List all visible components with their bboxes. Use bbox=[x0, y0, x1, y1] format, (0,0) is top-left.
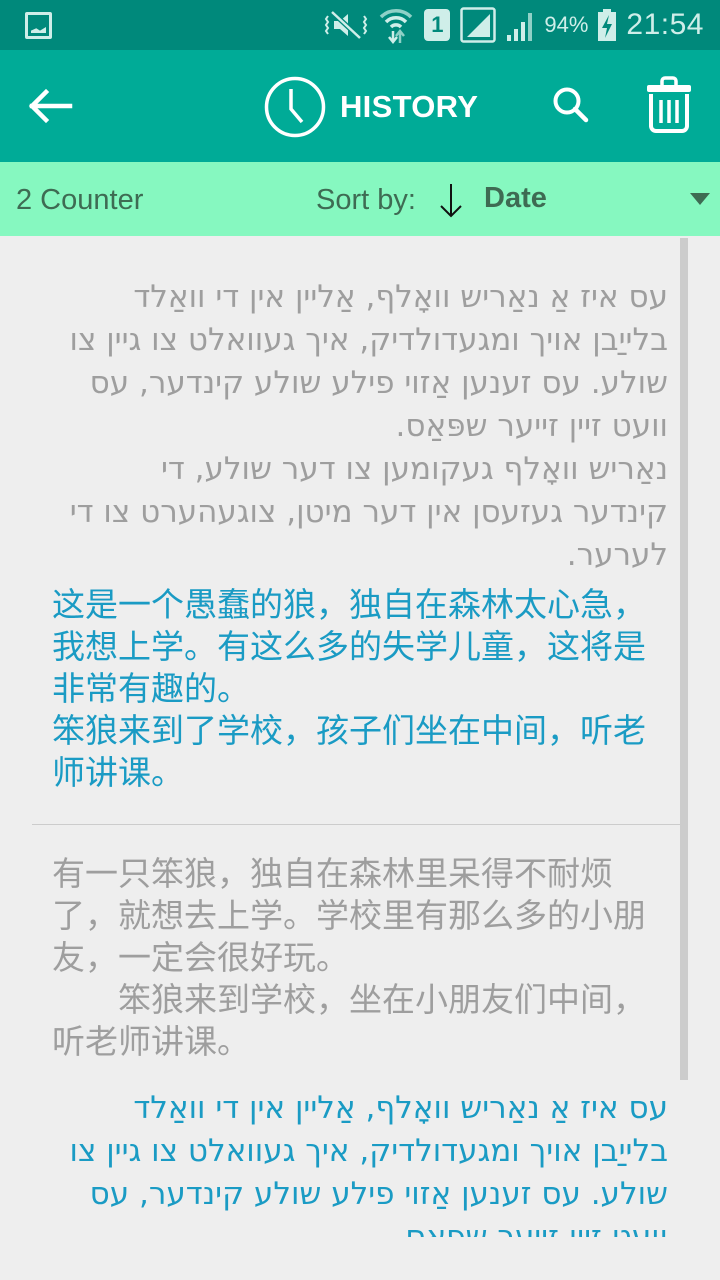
search-button[interactable] bbox=[548, 82, 596, 130]
battery-percent: 94% bbox=[544, 12, 589, 37]
history-counter: 2 Counter bbox=[16, 184, 144, 216]
sort-direction-toggle[interactable] bbox=[436, 180, 466, 220]
arrow-left-icon bbox=[28, 88, 73, 124]
translated-text: 这是一个愚蠢的狼，独自在森林太心急，我想上学。有这么多的失学儿童，这将是非常有趣… bbox=[52, 585, 646, 792]
arrow-down-icon bbox=[440, 184, 462, 218]
title-text: HISTORY bbox=[340, 89, 479, 124]
sort-bar: 2 Counter Sort by: Date bbox=[0, 162, 720, 236]
back-button[interactable] bbox=[22, 80, 78, 132]
gallery-notification-icon bbox=[25, 12, 52, 39]
sort-by-label: Sort by: bbox=[316, 184, 416, 216]
clock-icon bbox=[264, 76, 326, 138]
vibrate-mute-icon bbox=[325, 10, 368, 40]
sort-field-select[interactable]: Date bbox=[484, 182, 547, 215]
trash-icon bbox=[647, 76, 691, 133]
signal-icon bbox=[507, 13, 533, 41]
source-text: 有一只笨狼，独自在森林里呆得不耐烦了，就想去上学。学校里有那么多的小朋友，一定会… bbox=[52, 854, 646, 1061]
sim-1-icon: 1 bbox=[424, 9, 451, 41]
source-text: עס איז אַ נאַריש וואָלף, אַליין אין די ו… bbox=[69, 279, 668, 573]
clock-time: 21:54 bbox=[626, 8, 704, 41]
signal-icon bbox=[460, 7, 497, 43]
history-list: עס איז אַ נאַריש וואָלף, אַליין אין די ו… bbox=[0, 236, 720, 1280]
scrollbar[interactable] bbox=[680, 238, 688, 1080]
status-bar: 1 94% 21:54 bbox=[0, 0, 720, 50]
history-item[interactable]: 有一只笨狼，独自在森林里呆得不耐烦了，就想去上学。学校里有那么多的小朋友，一定会… bbox=[32, 825, 688, 1280]
app-bar: HISTORY bbox=[0, 50, 720, 162]
dropdown-arrow-icon[interactable] bbox=[690, 193, 710, 205]
translated-text: עס איז אַ נאַריש וואָלף, אַליין אין די ו… bbox=[69, 1090, 668, 1237]
search-icon bbox=[553, 87, 589, 123]
history-item[interactable]: עס איז אַ נאַריש וואָלף, אַליין אין די ו… bbox=[32, 236, 688, 825]
battery-charging-icon bbox=[598, 9, 617, 41]
wifi-icon bbox=[380, 9, 413, 45]
page-title: HISTORY bbox=[264, 76, 478, 138]
status-icons: 1 94% 21:54 bbox=[324, 0, 704, 50]
delete-history-button[interactable] bbox=[644, 76, 694, 134]
